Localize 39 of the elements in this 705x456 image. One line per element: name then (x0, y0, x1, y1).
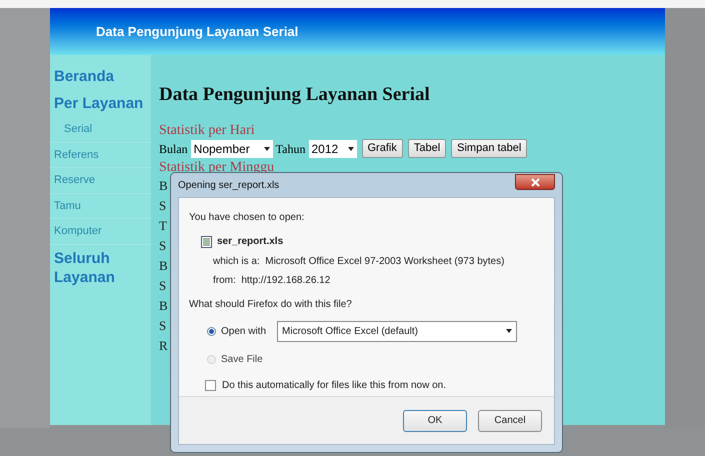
month-label: Bulan (159, 140, 188, 158)
form-button[interactable]: Grafik (362, 139, 403, 158)
application-select[interactable]: Microsoft Office Excel (default) (277, 320, 518, 342)
checkbox[interactable] (205, 380, 216, 391)
dropdown-icon (348, 146, 354, 150)
question-text: What should Firefox do with this file? (189, 298, 353, 312)
file-name: ser_report.xls (217, 235, 284, 249)
close-icon (530, 178, 540, 186)
covered-text: B (159, 176, 169, 194)
dialog-title: Opening ser_report.xls (178, 178, 280, 192)
file-source-text: from: http://192.168.26.12 (212, 274, 332, 288)
dialog-button[interactable]: OK (403, 410, 467, 432)
radio-label: Open with (221, 324, 266, 338)
covered-text: B (159, 256, 169, 274)
close-button[interactable] (515, 174, 555, 190)
radio-button[interactable] (207, 326, 216, 336)
covered-text: S (159, 316, 168, 334)
dialog-button[interactable]: Cancel (478, 410, 542, 432)
spreadsheet-icon (201, 236, 212, 248)
month-select[interactable]: Nopember (190, 140, 273, 158)
covered-text: S (159, 236, 168, 254)
form-button[interactable]: Simpan tabel (451, 139, 528, 158)
covered-text: S (159, 276, 168, 294)
year-select[interactable]: 2012 (308, 140, 356, 158)
checkbox-label: Do this automatically for files like this from now on. (222, 379, 446, 393)
covered-text: S (159, 196, 168, 214)
site-title: Data Pengunjung Layanan Serial (96, 24, 298, 39)
covered-text: T (159, 216, 168, 234)
page-heading: Data Pengunjung Layanan Serial (159, 83, 431, 107)
dropdown-icon (264, 146, 270, 150)
covered-text: B (159, 296, 169, 314)
year-label: Tahun (276, 140, 306, 158)
radio-label: Save File (221, 352, 263, 366)
form-button[interactable]: Tabel (408, 139, 446, 158)
file-type-text: which is a: Microsoft Office Excel 97-2003 Worksheet (973 bytes) (212, 255, 506, 269)
intro-text: You have chosen to open: (189, 211, 306, 225)
section-title: Statistik per Hari (159, 122, 256, 138)
dropdown-icon (506, 329, 512, 333)
covered-text: R (159, 336, 169, 354)
